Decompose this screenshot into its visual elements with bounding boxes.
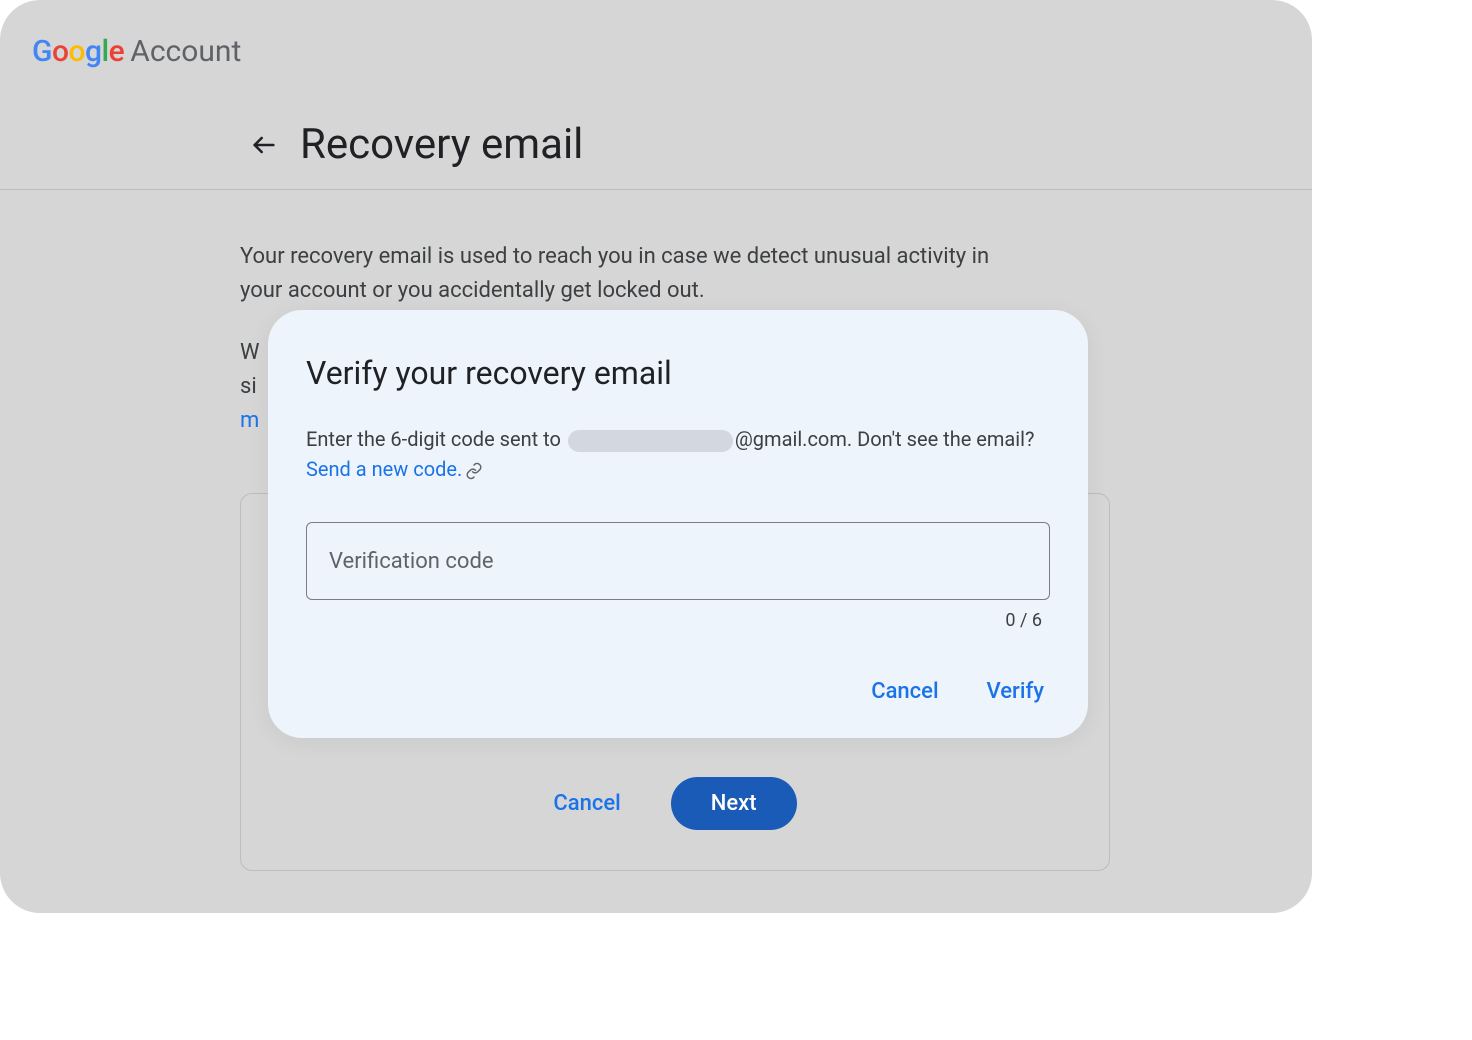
logo-letter: o [52, 34, 69, 69]
dialog-verify-button[interactable]: Verify [987, 679, 1044, 704]
back-arrow-icon[interactable] [240, 121, 288, 169]
dialog-body-suffix: Don't see the email? [852, 427, 1034, 451]
logo-letter: o [68, 34, 85, 69]
logo-letter: l [102, 34, 109, 69]
next-button[interactable]: Next [671, 777, 797, 830]
redacted-email [568, 430, 733, 452]
logo-letter: e [109, 34, 125, 69]
background-card-actions: Cancel Next [241, 777, 1109, 830]
app-frame: Google Account Recovery email Your recov… [0, 0, 1312, 913]
dialog-body-prefix: Enter the 6-digit code sent to [306, 427, 566, 451]
send-new-code-link[interactable]: Send a new code. [306, 457, 462, 481]
verification-code-input[interactable] [306, 522, 1050, 600]
dialog-title: Verify your recovery email [306, 354, 1050, 392]
dialog-body: Enter the 6-digit code sent to @gmail.co… [306, 424, 1050, 484]
description-text: Your recovery email is used to reach you… [240, 240, 1020, 308]
account-label: Account [130, 34, 241, 69]
google-logo: Google [32, 34, 124, 69]
header: Google Account [0, 0, 1312, 80]
dialog-actions: Cancel Verify [306, 679, 1050, 704]
char-counter: 0 / 6 [306, 610, 1050, 631]
link-icon [465, 462, 483, 480]
dialog-cancel-button[interactable]: Cancel [871, 679, 938, 704]
verify-dialog: Verify your recovery email Enter the 6-d… [268, 310, 1088, 738]
page-title: Recovery email [300, 120, 583, 169]
cancel-button[interactable]: Cancel [553, 791, 620, 816]
logo-letter: g [85, 34, 102, 69]
dialog-email-domain: @gmail.com. [735, 427, 852, 451]
logo-letter: G [32, 34, 52, 69]
title-row: Recovery email [0, 120, 1312, 169]
code-input-wrap: 0 / 6 [306, 522, 1050, 631]
